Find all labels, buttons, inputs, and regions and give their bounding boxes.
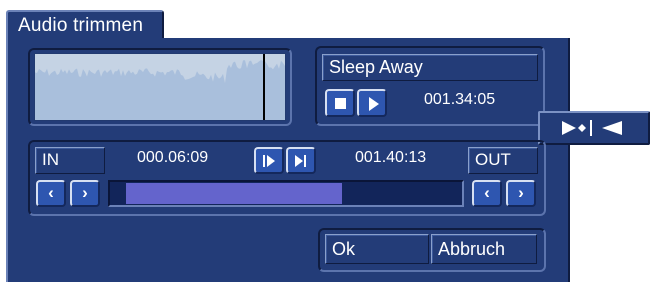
dialog-title: Audio trimmen (18, 15, 144, 36)
trim-range-selection[interactable] (126, 183, 342, 204)
chevron-right-icon: › (518, 183, 524, 202)
song-title-field: Sleep Away (322, 54, 538, 81)
step-forward-button[interactable] (254, 147, 284, 174)
ok-button[interactable]: Ok (325, 234, 429, 264)
play-icon (369, 97, 379, 111)
skip-to-end-button[interactable] (286, 147, 316, 174)
step-forward-icon (263, 155, 275, 167)
set-marker-icon (562, 120, 622, 136)
cancel-label: Abbruch (438, 239, 506, 259)
song-title: Sleep Away (329, 57, 423, 77)
position-time: 001.34:05 (424, 91, 496, 108)
chevron-left-icon: ‹ (48, 183, 54, 202)
out-label: OUT (475, 150, 511, 169)
out-step-back-button[interactable]: ‹ (472, 180, 502, 207)
chevron-right-icon: › (82, 183, 88, 202)
out-button[interactable]: OUT (468, 147, 538, 174)
waveform-display[interactable] (34, 53, 286, 121)
out-step-forward-button[interactable]: › (506, 180, 536, 207)
stop-icon (335, 98, 346, 109)
stop-button[interactable] (325, 89, 355, 117)
in-time: 000.06:09 (137, 149, 209, 166)
out-time: 001.40:13 (355, 149, 427, 166)
playhead-marker[interactable] (263, 54, 265, 120)
skip-to-end-icon (295, 155, 306, 167)
dialog-title-tab: Audio trimmen (6, 10, 164, 40)
waveform-signal (35, 60, 285, 120)
trim-range-slider[interactable] (108, 180, 464, 207)
in-step-forward-button[interactable]: › (70, 180, 100, 207)
set-marker-tab[interactable] (538, 111, 650, 145)
in-label: IN (42, 150, 59, 169)
cancel-button[interactable]: Abbruch (431, 234, 537, 264)
play-button[interactable] (357, 89, 387, 117)
chevron-left-icon: ‹ (484, 183, 490, 202)
in-button[interactable]: IN (35, 147, 105, 174)
waveform-graph (35, 54, 285, 120)
ok-label: Ok (332, 239, 356, 259)
in-step-back-button[interactable]: ‹ (36, 180, 66, 207)
